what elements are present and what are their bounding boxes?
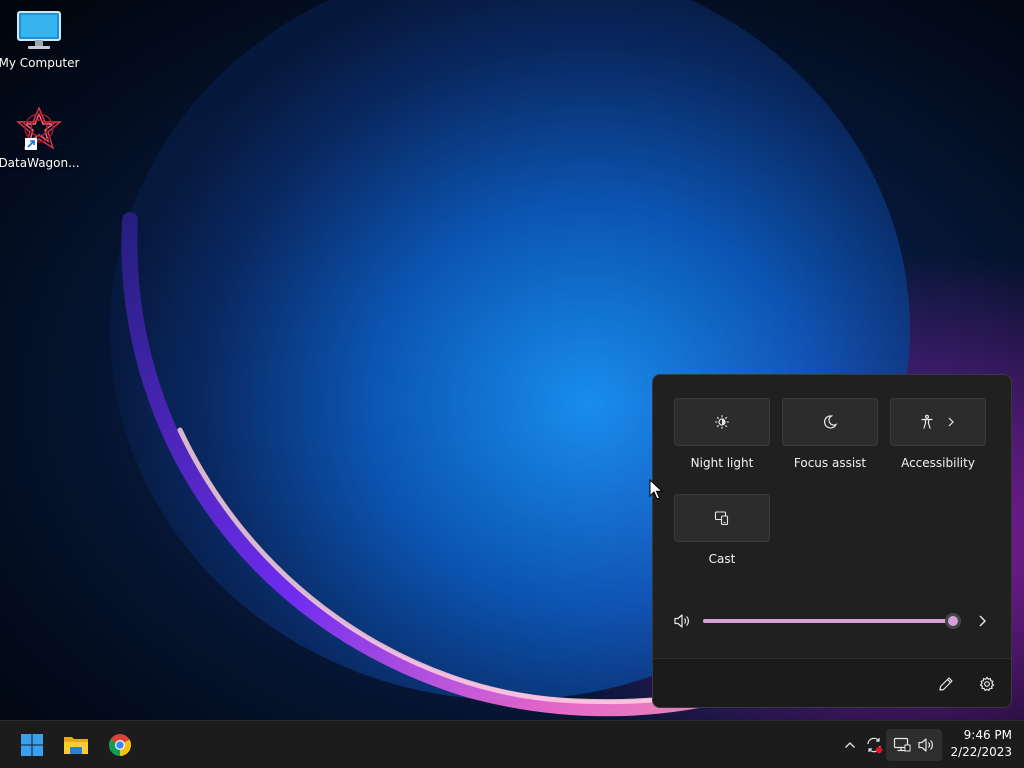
taskbar-clock[interactable]: 9:46 PM 2/22/2023 <box>942 727 1012 763</box>
chevron-up-icon <box>845 742 855 748</box>
night-light-icon <box>714 414 730 430</box>
file-explorer-button[interactable] <box>56 725 96 765</box>
mouse-cursor-icon <box>649 479 663 500</box>
folder-icon <box>64 737 88 754</box>
chrome-button[interactable] <box>100 725 140 765</box>
windows-logo-icon <box>21 734 43 756</box>
desktop-icon-my-computer[interactable]: My Computer <box>0 10 80 70</box>
tile-label-night-light: Night light <box>690 456 754 470</box>
accessibility-toggle[interactable] <box>890 398 986 446</box>
quick-settings-button[interactable] <box>886 729 942 761</box>
clock-time: 9:46 PM <box>963 728 1012 742</box>
start-button[interactable] <box>12 725 52 765</box>
monitor-icon <box>17 11 61 49</box>
focus-assist-toggle[interactable] <box>782 398 878 446</box>
show-hidden-icons-button[interactable] <box>840 729 860 761</box>
chrome-icon <box>109 734 131 756</box>
speaker-icon <box>918 738 933 752</box>
tile-label-cast: Cast <box>708 552 736 566</box>
tile-label-accessibility: Accessibility <box>901 456 975 470</box>
desktop-icon-label: My Computer <box>0 56 80 70</box>
gear-icon[interactable] <box>979 676 995 692</box>
clock-date: 2/22/2023 <box>950 745 1012 759</box>
cast-icon <box>714 511 729 526</box>
network-icon <box>893 737 911 752</box>
speaker-icon[interactable] <box>673 612 691 630</box>
tile-label-focus-assist: Focus assist <box>793 456 867 470</box>
night-light-toggle[interactable] <box>674 398 770 446</box>
volume-slider-thumb[interactable] <box>945 613 961 629</box>
cast-toggle[interactable] <box>674 494 770 542</box>
volume-control <box>673 609 993 633</box>
desktop-icon-datawagon[interactable]: DataWagon... <box>0 106 80 170</box>
volume-slider[interactable] <box>703 613 961 629</box>
quick-settings-footer <box>653 658 1011 707</box>
sync-status-button[interactable] <box>862 729 886 761</box>
pencil-icon[interactable] <box>938 676 954 692</box>
datawagon-app-icon <box>16 106 62 150</box>
accessibility-icon <box>921 414 933 429</box>
quick-settings-panel: Night light Focus assist Accessibility C… <box>652 374 1012 708</box>
volume-slider-fill <box>703 619 953 623</box>
chevron-right-icon <box>948 417 954 427</box>
desktop-icon-label: DataWagon... <box>0 156 80 170</box>
sync-icon <box>867 737 883 754</box>
taskbar: 9:46 PM 2/22/2023 <box>0 720 1024 768</box>
moon-icon <box>824 415 838 429</box>
chevron-right-icon[interactable] <box>975 614 989 628</box>
